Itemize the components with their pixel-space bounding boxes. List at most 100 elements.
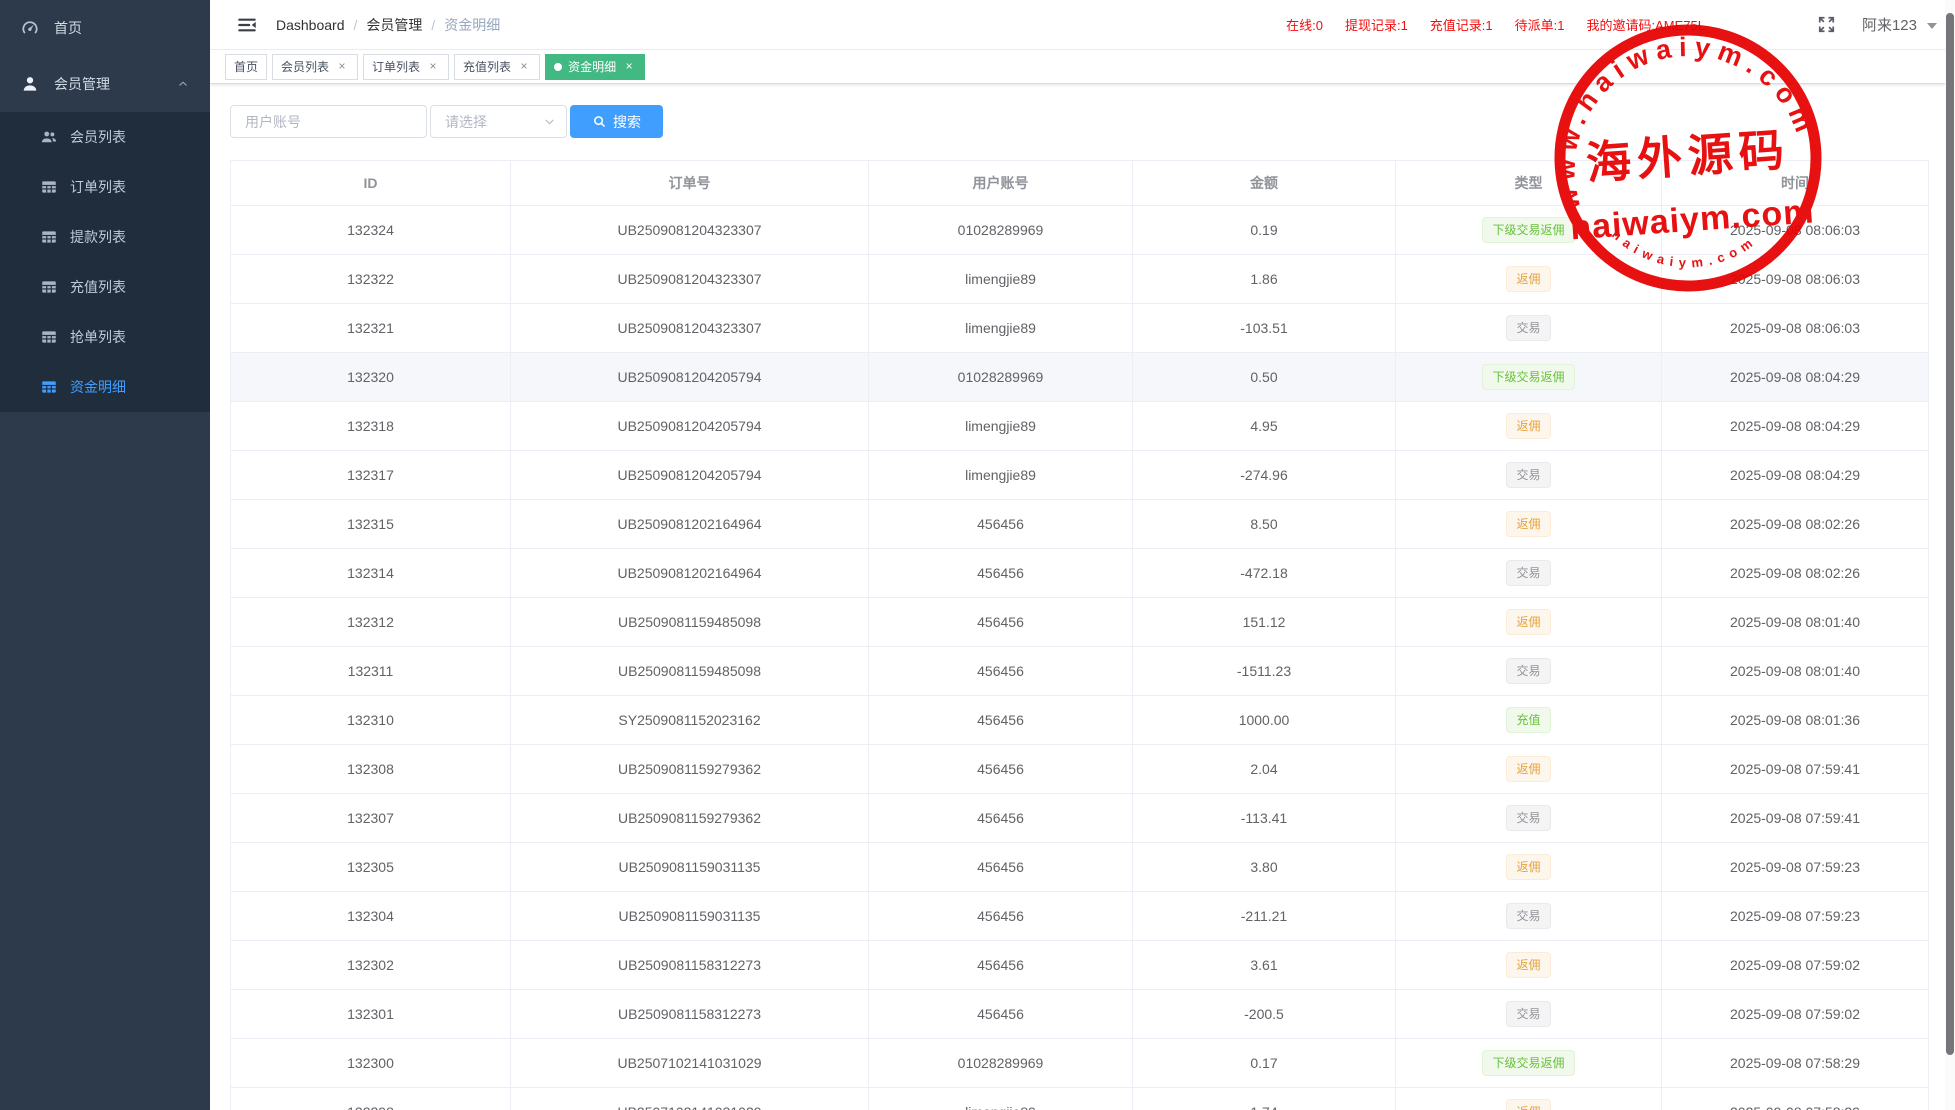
- sidebar-item-member-management[interactable]: 会员管理: [0, 56, 210, 112]
- sidebar-toggle-icon[interactable]: [236, 14, 258, 36]
- table-row[interactable]: 132298 UB2507102141031029 limengjie89 1.…: [231, 1088, 1928, 1110]
- search-button[interactable]: 搜索: [570, 105, 663, 138]
- type-select[interactable]: 请选择: [430, 105, 567, 138]
- cell-time: 2025-09-08 07:59:02: [1662, 990, 1928, 1039]
- tab[interactable]: 会员列表 ×: [272, 54, 358, 80]
- cell-account: 456456: [869, 941, 1133, 990]
- table-row[interactable]: 132311 UB2509081159485098 456456 -1511.2…: [231, 647, 1928, 696]
- cell-amount: 2.04: [1133, 745, 1396, 794]
- sidebar-submenu-item[interactable]: 抢单列表: [0, 312, 210, 362]
- sidebar-submenu-label: 订单列表: [70, 177, 126, 197]
- cell-type: 交易: [1396, 794, 1662, 843]
- table-row[interactable]: 132324 UB2509081204323307 01028289969 0.…: [231, 206, 1928, 255]
- cell-type: 交易: [1396, 892, 1662, 941]
- cell-order-number: UB2509081159485098: [511, 598, 869, 647]
- table-column-header: ID: [231, 161, 511, 206]
- type-badge: 交易: [1506, 903, 1550, 929]
- cell-type: 充值: [1396, 696, 1662, 745]
- table-column-header: 金额: [1133, 161, 1396, 206]
- table-header-row: ID订单号用户账号金额类型时间: [231, 161, 1928, 206]
- cell-time: 2025-09-08 07:59:23: [1662, 843, 1928, 892]
- type-badge: 下级交易返佣: [1482, 1050, 1574, 1076]
- page-scrollbar[interactable]: [1945, 0, 1955, 1110]
- fullscreen-icon[interactable]: [1817, 15, 1836, 34]
- tab-close-icon[interactable]: ×: [335, 60, 349, 74]
- chevron-down-icon: [543, 115, 556, 128]
- cell-account: limengjie89: [869, 255, 1133, 304]
- table-column-header: 类型: [1396, 161, 1662, 206]
- breadcrumb-dashboard[interactable]: Dashboard: [276, 17, 345, 33]
- type-badge: 返佣: [1506, 756, 1550, 782]
- table-row[interactable]: 132308 UB2509081159279362 456456 2.04 返佣…: [231, 745, 1928, 794]
- username: 阿来123: [1862, 14, 1917, 35]
- cell-time: 2025-09-08 07:59:41: [1662, 745, 1928, 794]
- tab[interactable]: 订单列表 ×: [363, 54, 449, 80]
- cell-id: 132304: [231, 892, 511, 941]
- tab[interactable]: 首页: [225, 54, 267, 80]
- tab[interactable]: 资金明细 ×: [545, 54, 645, 80]
- sidebar-submenu-item[interactable]: 会员列表: [0, 112, 210, 162]
- scrollbar-thumb[interactable]: [1946, 13, 1954, 1055]
- table-row[interactable]: 132318 UB2509081204205794 limengjie89 4.…: [231, 402, 1928, 451]
- cell-id: 132321: [231, 304, 511, 353]
- table-icon: [40, 378, 58, 396]
- tab-close-icon[interactable]: ×: [426, 60, 440, 74]
- cell-time: 2025-09-08 07:58:29: [1662, 1088, 1928, 1110]
- tab-close-icon[interactable]: ×: [517, 60, 531, 74]
- sidebar-submenu-item[interactable]: 订单列表: [0, 162, 210, 212]
- sidebar-submenu-item[interactable]: 资金明细: [0, 362, 210, 412]
- type-badge: 交易: [1506, 805, 1550, 831]
- cell-type: 返佣: [1396, 941, 1662, 990]
- cell-type: 下级交易返佣: [1396, 206, 1662, 255]
- table-icon: [40, 228, 58, 246]
- cell-time: 2025-09-08 08:04:29: [1662, 451, 1928, 500]
- breadcrumb-current: 资金明细: [444, 15, 500, 35]
- tab[interactable]: 充值列表 ×: [454, 54, 540, 80]
- sidebar-submenu-item[interactable]: 提款列表: [0, 212, 210, 262]
- cell-order-number: UB2509081202164964: [511, 549, 869, 598]
- cell-amount: 3.61: [1133, 941, 1396, 990]
- cell-type: 返佣: [1396, 1088, 1662, 1110]
- table-row[interactable]: 132304 UB2509081159031135 456456 -211.21…: [231, 892, 1928, 941]
- table-row[interactable]: 132307 UB2509081159279362 456456 -113.41…: [231, 794, 1928, 843]
- table-row[interactable]: 132320 UB2509081204205794 01028289969 0.…: [231, 353, 1928, 402]
- table-icon: [40, 178, 58, 196]
- user-menu[interactable]: 阿来123: [1862, 14, 1937, 35]
- cell-order-number: UB2509081204323307: [511, 255, 869, 304]
- navbar-right: 在线:0提现记录:1充值记录:1待派单:1我的邀请码:AME75L 阿来123: [1286, 14, 1937, 35]
- navbar-stat: 充值记录:1: [1430, 15, 1493, 34]
- table-row[interactable]: 132312 UB2509081159485098 456456 151.12 …: [231, 598, 1928, 647]
- cell-order-number: UB2509081159485098: [511, 647, 869, 696]
- type-badge: 返佣: [1506, 854, 1550, 880]
- tab-close-icon[interactable]: ×: [622, 60, 636, 74]
- table-row[interactable]: 132305 UB2509081159031135 456456 3.80 返佣…: [231, 843, 1928, 892]
- type-badge: 返佣: [1506, 266, 1550, 292]
- table-row[interactable]: 132315 UB2509081202164964 456456 8.50 返佣…: [231, 500, 1928, 549]
- cell-order-number: UB2509081158312273: [511, 990, 869, 1039]
- tab-label: 首页: [234, 58, 258, 75]
- cell-id: 132311: [231, 647, 511, 696]
- cell-time: 2025-09-08 08:01:40: [1662, 598, 1928, 647]
- type-badge: 返佣: [1506, 1099, 1550, 1110]
- table-row[interactable]: 132322 UB2509081204323307 limengjie89 1.…: [231, 255, 1928, 304]
- sidebar-submenu: 会员列表 订单列表 提款列表 充值列表 抢单列表 资金明细: [0, 112, 210, 412]
- navbar-stat: 待派单:1: [1515, 15, 1565, 34]
- sidebar-submenu-item[interactable]: 充值列表: [0, 262, 210, 312]
- table-row[interactable]: 132321 UB2509081204323307 limengjie89 -1…: [231, 304, 1928, 353]
- cell-account: 456456: [869, 598, 1133, 647]
- table-row[interactable]: 132317 UB2509081204205794 limengjie89 -2…: [231, 451, 1928, 500]
- cell-time: 2025-09-08 08:02:26: [1662, 500, 1928, 549]
- sidebar-item-home[interactable]: 首页: [0, 0, 210, 56]
- breadcrumb-member[interactable]: 会员管理: [366, 15, 422, 35]
- table-row[interactable]: 132301 UB2509081158312273 456456 -200.5 …: [231, 990, 1928, 1039]
- table-row[interactable]: 132314 UB2509081202164964 456456 -472.18…: [231, 549, 1928, 598]
- table-row[interactable]: 132300 UB2507102141031029 01028289969 0.…: [231, 1039, 1928, 1088]
- table-row[interactable]: 132302 UB2509081158312273 456456 3.61 返佣…: [231, 941, 1928, 990]
- cell-time: 2025-09-08 07:59:02: [1662, 941, 1928, 990]
- cell-order-number: UB2509081158312273: [511, 941, 869, 990]
- cell-order-number: UB2509081159031135: [511, 843, 869, 892]
- cell-id: 132301: [231, 990, 511, 1039]
- cell-id: 132317: [231, 451, 511, 500]
- account-search-input[interactable]: [230, 105, 427, 138]
- table-row[interactable]: 132310 SY2509081152023162 456456 1000.00…: [231, 696, 1928, 745]
